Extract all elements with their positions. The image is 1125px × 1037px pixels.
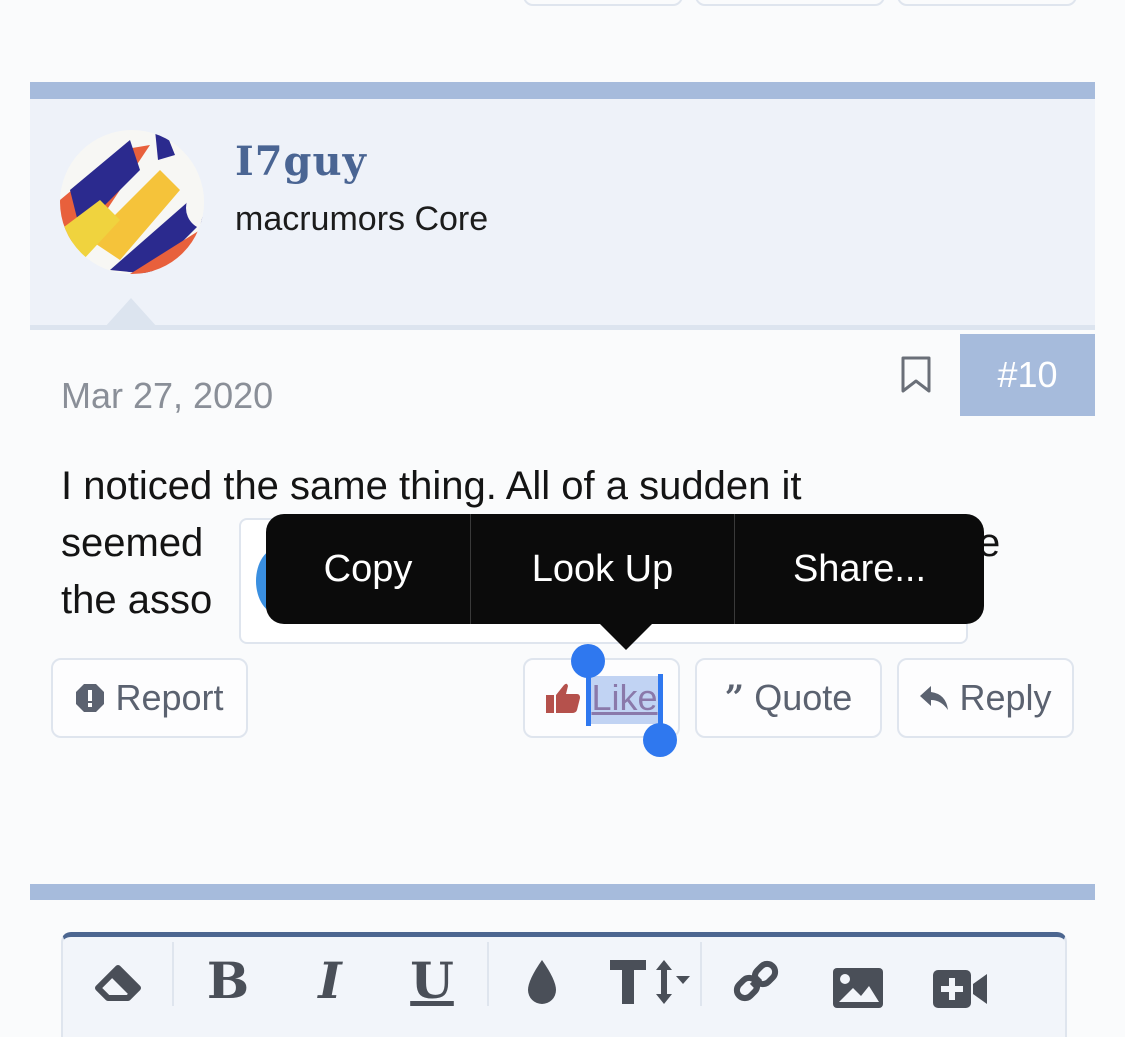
username[interactable]: I7guy xyxy=(235,138,367,185)
post-date[interactable]: Mar 27, 2020 xyxy=(61,375,273,417)
post-body-line: the asso xyxy=(61,578,213,622)
reply-arrow-icon xyxy=(919,685,949,711)
font-size-icon[interactable] xyxy=(606,956,690,1006)
quote-icon: ” xyxy=(724,678,745,718)
image-icon[interactable] xyxy=(828,956,888,1008)
post-top-bar xyxy=(30,82,1095,99)
post-number[interactable]: #10 xyxy=(960,334,1095,416)
prev-reply-button[interactable] xyxy=(897,0,1077,6)
italic-icon[interactable]: I xyxy=(300,956,360,1006)
toolbar-separator xyxy=(172,942,174,1006)
color-drop-icon[interactable] xyxy=(512,956,572,1006)
context-menu-pointer xyxy=(598,622,654,650)
eraser-icon[interactable] xyxy=(88,956,148,1006)
context-menu-look-up[interactable]: Look Up xyxy=(471,514,734,624)
quote-label: Quote xyxy=(754,677,853,718)
underline-icon[interactable]: U xyxy=(402,956,462,1006)
reply-label: Reply xyxy=(959,677,1052,718)
section-divider-bar xyxy=(30,884,1095,900)
avatar[interactable] xyxy=(60,130,204,274)
quote-button[interactable]: ” Quote xyxy=(695,658,882,738)
bold-icon[interactable]: B xyxy=(198,956,258,1006)
reply-button[interactable]: Reply xyxy=(897,658,1074,738)
report-label: Report xyxy=(115,677,224,718)
apple-logo-avatar-icon xyxy=(60,130,204,274)
prev-like-button[interactable] xyxy=(523,0,683,6)
link-icon[interactable] xyxy=(726,956,786,1006)
user-title: macrumors Core xyxy=(235,200,489,238)
selection-end-caret xyxy=(658,674,663,726)
text-context-menu: Copy Look Up Share... xyxy=(266,514,984,624)
text-selection-highlight xyxy=(587,676,663,724)
report-button[interactable]: Report xyxy=(51,658,248,738)
selection-start-caret xyxy=(586,674,591,726)
post-body-line: I noticed the same thing. All of a sudde… xyxy=(61,464,802,508)
header-pointer xyxy=(104,298,158,328)
video-icon[interactable] xyxy=(930,956,990,1008)
thumbs-up-icon xyxy=(545,682,581,714)
selection-end-handle[interactable] xyxy=(643,723,677,757)
toolbar-separator xyxy=(487,942,489,1006)
post-body-line: seemed xyxy=(61,521,204,565)
toolbar-separator xyxy=(700,942,702,1006)
context-menu-copy[interactable]: Copy xyxy=(266,514,470,624)
warning-icon xyxy=(75,683,105,713)
prev-quote-button[interactable] xyxy=(695,0,885,6)
context-menu-share[interactable]: Share... xyxy=(735,514,984,624)
bookmark-icon[interactable] xyxy=(900,356,932,394)
